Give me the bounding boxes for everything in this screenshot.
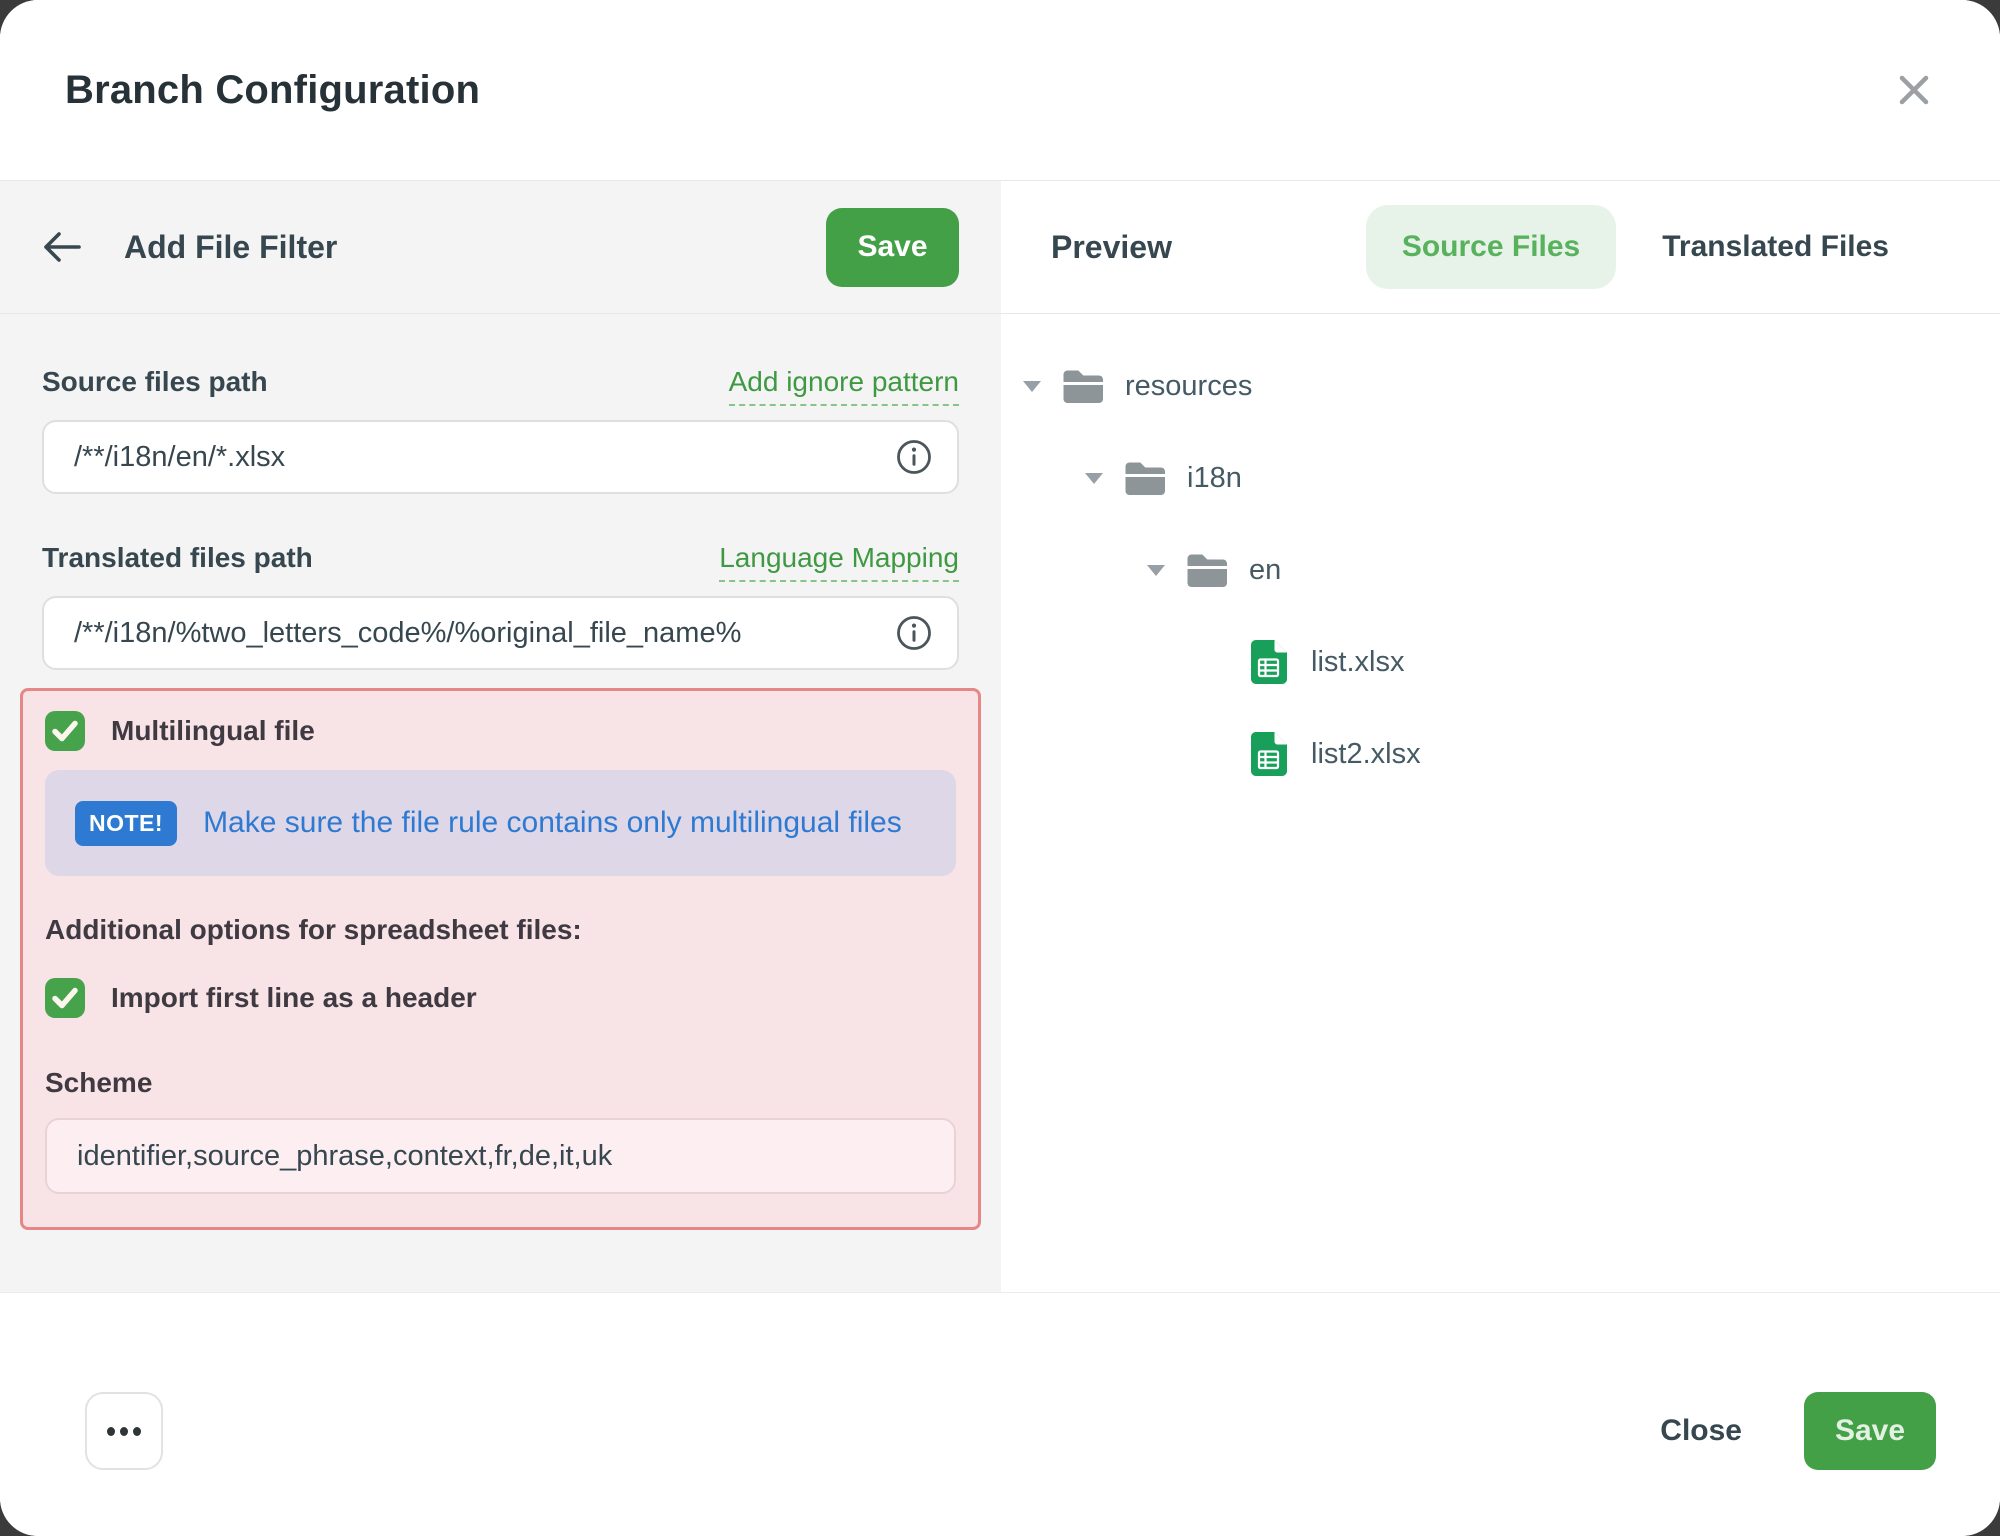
tree-label: list2.xlsx: [1311, 738, 1421, 771]
more-options-button[interactable]: [85, 1392, 163, 1470]
folder-icon: [1061, 368, 1105, 405]
add-ignore-pattern-link[interactable]: Add ignore pattern: [729, 365, 959, 406]
file-filter-panel: Add File Filter Save Source files path A…: [0, 181, 1001, 1292]
note-banner: NOTE! Make sure the file rule contains o…: [45, 770, 956, 876]
language-mapping-link[interactable]: Language Mapping: [719, 541, 959, 582]
caret-down-icon[interactable]: [1021, 381, 1043, 392]
translated-files-path-label: Translated files path: [42, 541, 313, 575]
branch-configuration-dialog: Branch Configuration Add File Filter Sav…: [0, 0, 2000, 1536]
preview-panel: Preview Source FilesTranslated Files res…: [1001, 181, 2000, 1292]
file-tree: resources i18n en list.xlsx list2.xlsx: [1001, 314, 2000, 800]
scheme-input[interactable]: identifier,source_phrase,context,fr,de,i…: [45, 1118, 956, 1194]
multilingual-checkbox-label: Multilingual file: [111, 715, 315, 747]
folder-icon: [1185, 552, 1229, 589]
translated-path-row: Translated files path Language Mapping: [42, 541, 959, 582]
tree-label: list.xlsx: [1311, 646, 1404, 679]
spreadsheet-options-heading: Additional options for spreadsheet files…: [45, 913, 956, 947]
caret-down-icon: [1207, 657, 1229, 668]
info-icon[interactable]: [895, 438, 933, 476]
tab-translated-files[interactable]: Translated Files: [1626, 205, 1925, 289]
filter-save-button[interactable]: Save: [826, 208, 959, 287]
tree-label: en: [1249, 554, 1281, 587]
ellipsis-icon: [107, 1427, 115, 1436]
scheme-label: Scheme: [45, 1066, 956, 1100]
caret-down-icon: [1207, 749, 1229, 760]
multilingual-section: Multilingual file NOTE! Make sure the fi…: [20, 688, 981, 1230]
dialog-content: Add File Filter Save Source files path A…: [0, 181, 2000, 1292]
folder-icon: [1123, 460, 1167, 497]
dialog-title-bar: Branch Configuration: [0, 0, 2000, 181]
source-files-path-label: Source files path: [42, 365, 268, 399]
tree-row-en[interactable]: en: [1021, 524, 2000, 616]
spreadsheet-file-icon: [1247, 732, 1291, 776]
dialog-title: Branch Configuration: [65, 68, 480, 113]
info-icon[interactable]: [895, 614, 933, 652]
tree-row-list-xlsx[interactable]: list.xlsx: [1021, 616, 2000, 708]
note-text: Make sure the file rule contains only mu…: [203, 806, 902, 840]
note-badge: NOTE!: [75, 801, 177, 846]
filter-title: Add File Filter: [124, 229, 337, 266]
source-files-path-input[interactable]: /**/i18n/en/*.xlsx: [42, 420, 959, 494]
back-arrow-icon[interactable]: [42, 227, 82, 267]
close-button[interactable]: Close: [1660, 1414, 1742, 1448]
filter-header: Add File Filter Save: [0, 181, 1001, 314]
checkbox-checked-icon: [45, 711, 85, 751]
multilingual-checkbox[interactable]: Multilingual file: [45, 691, 956, 751]
scheme-value: identifier,source_phrase,context,fr,de,i…: [77, 1140, 612, 1173]
preview-title: Preview: [1051, 229, 1172, 266]
tree-label: resources: [1125, 370, 1252, 403]
source-path-row: Source files path Add ignore pattern: [42, 365, 959, 406]
tree-label: i18n: [1187, 462, 1242, 495]
source-files-path-value: /**/i18n/en/*.xlsx: [74, 441, 285, 474]
footer-actions: Close Save: [1660, 1392, 1936, 1470]
import-first-line-label: Import first line as a header: [111, 982, 477, 1014]
checkbox-checked-icon: [45, 978, 85, 1018]
preview-tabs: Source FilesTranslated Files: [1366, 205, 1925, 289]
dialog-footer: Close Save: [0, 1292, 2000, 1536]
spreadsheet-file-icon: [1247, 640, 1291, 684]
tree-row-list2-xlsx[interactable]: list2.xlsx: [1021, 708, 2000, 800]
tree-row-i18n[interactable]: i18n: [1021, 432, 2000, 524]
dialog-save-button[interactable]: Save: [1804, 1392, 1936, 1470]
tab-source-files[interactable]: Source Files: [1366, 205, 1616, 289]
preview-header: Preview Source FilesTranslated Files: [1001, 181, 2000, 314]
close-icon[interactable]: [1886, 62, 1942, 118]
tree-row-resources[interactable]: resources: [1021, 340, 2000, 432]
caret-down-icon[interactable]: [1145, 565, 1167, 576]
translated-files-path-input[interactable]: /**/i18n/%two_letters_code%/%original_fi…: [42, 596, 959, 670]
caret-down-icon[interactable]: [1083, 473, 1105, 484]
import-first-line-checkbox[interactable]: Import first line as a header: [45, 978, 956, 1018]
translated-files-path-value: /**/i18n/%two_letters_code%/%original_fi…: [74, 617, 741, 650]
filter-form: Source files path Add ignore pattern /**…: [0, 314, 1001, 1230]
